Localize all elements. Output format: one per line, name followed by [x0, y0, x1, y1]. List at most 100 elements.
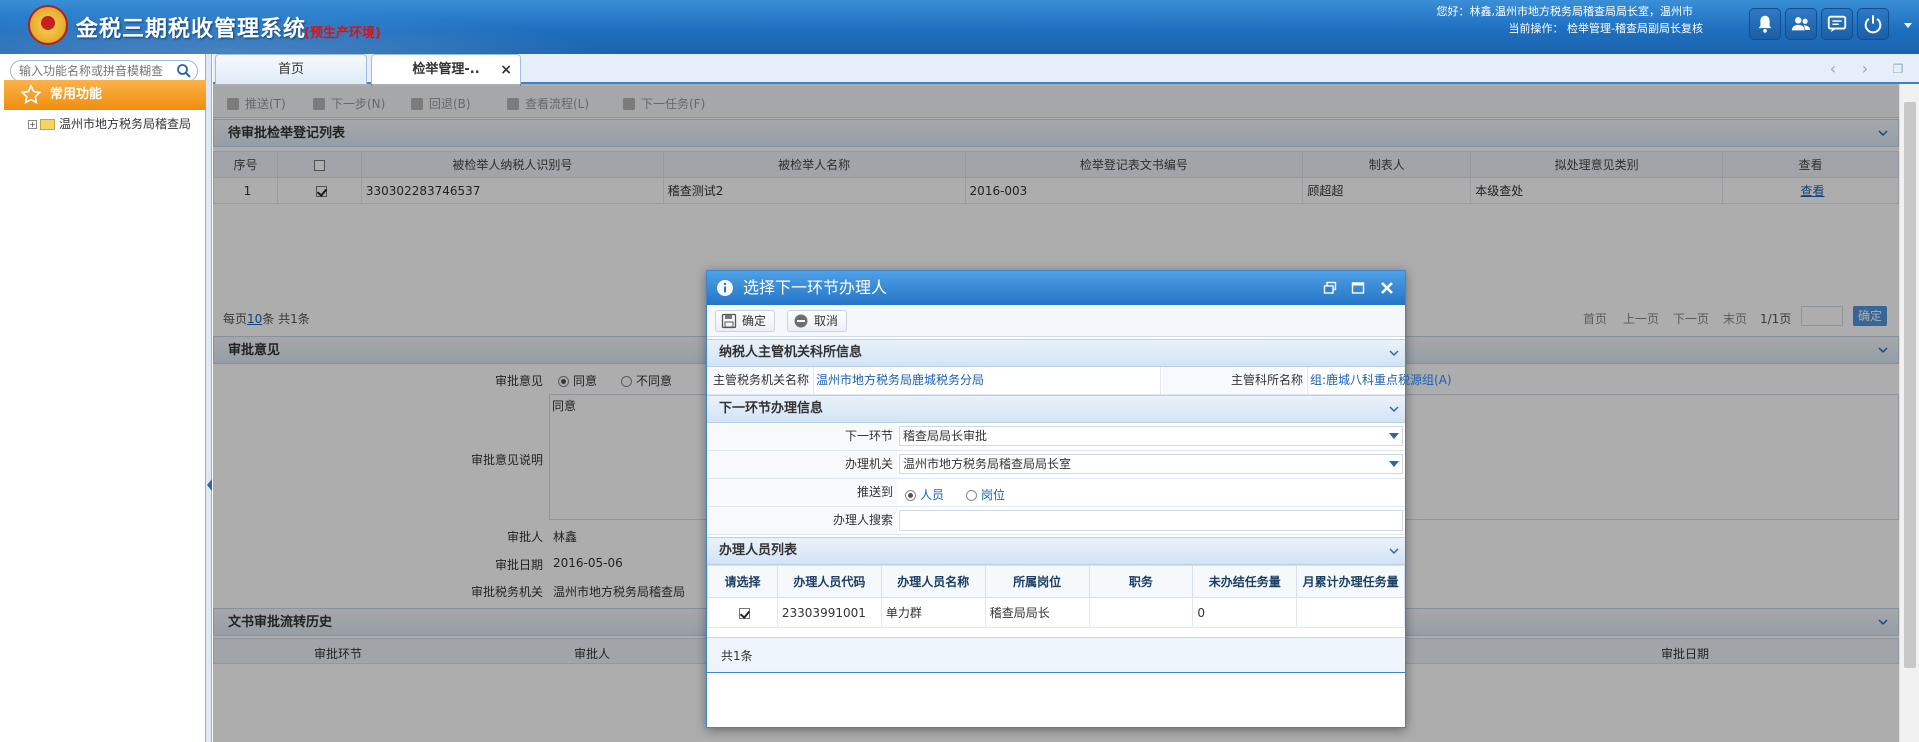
- tab-home-label: 首页: [277, 62, 304, 77]
- cancel-label: 取消: [814, 314, 839, 328]
- push-to-label: 推送到: [707, 479, 897, 506]
- chevron-down-icon[interactable]: [1389, 546, 1399, 556]
- notification-button[interactable]: [1749, 8, 1781, 40]
- cell-pending: 0: [1192, 597, 1298, 628]
- dept-name-label: 主管科所名称: [1163, 367, 1305, 394]
- chat-icon: [1827, 15, 1847, 33]
- sidebar: 常用功能 + 温州市地方税务局稽查局: [0, 54, 206, 742]
- cancel-button[interactable]: 取消: [787, 310, 848, 332]
- push-person-radio[interactable]: [905, 490, 916, 501]
- star-icon: [20, 84, 42, 105]
- col-code: 办理人员代码: [776, 565, 882, 598]
- push-post-radio[interactable]: [966, 490, 978, 501]
- col-pending: 未办结任务量: [1192, 565, 1298, 598]
- dropdown-arrow-icon[interactable]: [1389, 461, 1399, 467]
- col-handler-name: 办理人员名称: [880, 565, 986, 598]
- ok-button[interactable]: 确定: [715, 310, 776, 332]
- chevron-down-icon[interactable]: [1389, 404, 1399, 414]
- cancel-icon: [794, 314, 808, 328]
- handler-list-section[interactable]: 办理人员列表: [707, 537, 1405, 565]
- close-tab-icon[interactable]: ×: [500, 55, 512, 85]
- expand-icon[interactable]: +: [28, 120, 37, 129]
- cell-select[interactable]: [707, 597, 778, 628]
- tab-report-management[interactable]: 检举管理-.. ×: [371, 54, 521, 86]
- col-select: 请选择: [707, 565, 778, 598]
- sidebar-splitter[interactable]: [206, 54, 212, 742]
- office-select[interactable]: 温州市地方税务局稽查局局长室: [899, 454, 1403, 474]
- taxpayer-org-section[interactable]: 纳税人主管机关科所信息: [707, 339, 1405, 367]
- taxpayer-org-row: 主管税务机关名称 温州市地方税务局鹿城税务分局 主管科所名称 组:鹿城八科重点税…: [707, 367, 1452, 395]
- handler-checkbox[interactable]: [738, 607, 750, 619]
- next-node-row: 下一环节 稽查局局长审批: [707, 423, 1405, 451]
- next-node-select[interactable]: 稽查局局长审批: [899, 426, 1403, 446]
- next-step-section-title: 下一环节办理信息: [719, 401, 824, 416]
- cell-duty: [1088, 597, 1194, 628]
- table-row[interactable]: 23303991001 单力群 稽查局局长 0: [707, 597, 1405, 628]
- tree-item-label: 温州市地方税务局稽查局: [59, 117, 192, 131]
- dropdown-arrow-icon[interactable]: [1389, 433, 1399, 439]
- user-greeting: 您好：林鑫,温州市地方税务局稽查局局长室，温州市: [1436, 5, 1694, 18]
- header-dropdown-icon[interactable]: [1903, 20, 1913, 30]
- handler-table-footer: 共1条: [707, 637, 1405, 673]
- col-monthly: 月累计办理任务量: [1296, 565, 1405, 598]
- cell-post: 稽查局局长: [984, 597, 1090, 628]
- office-label: 办理机关: [707, 451, 897, 478]
- tab-home[interactable]: 首页: [215, 54, 367, 84]
- push-to-row: 推送到 人员 岗位: [707, 479, 1405, 507]
- logout-button[interactable]: [1857, 8, 1889, 40]
- window-restore-icon[interactable]: ❐: [1891, 62, 1905, 76]
- current-operation: 当前操作： 检举管理-稽查局副局长复核: [1508, 22, 1703, 35]
- power-icon: [1864, 15, 1882, 34]
- handler-search-row: 办理人搜索: [707, 507, 1405, 535]
- function-search-input[interactable]: [10, 60, 198, 82]
- favorites-header[interactable]: 常用功能: [4, 80, 206, 110]
- collapse-arrow-icon[interactable]: [207, 479, 212, 491]
- col-duty: 职务: [1088, 565, 1194, 598]
- maximize-icon[interactable]: [1351, 281, 1365, 295]
- cell-monthly: [1296, 597, 1405, 628]
- ok-label: 确定: [742, 314, 767, 328]
- environment-label: (预生产环境): [304, 26, 381, 41]
- push-post-label: 岗位: [981, 488, 1006, 502]
- info-icon: [717, 280, 733, 296]
- handler-search-input[interactable]: [899, 510, 1403, 531]
- tab-prev-icon[interactable]: ‹: [1826, 61, 1840, 77]
- restore-icon[interactable]: [1323, 281, 1337, 295]
- close-icon[interactable]: [1380, 281, 1394, 295]
- save-icon: [721, 313, 737, 329]
- tax-emblem-logo: [28, 5, 68, 45]
- tab-bar: 首页 检举管理-.. × ‹ › ❐: [213, 54, 1919, 86]
- col-post: 所属岗位: [984, 565, 1090, 598]
- office-row: 办理机关 温州市地方税务局稽查局局长室: [707, 451, 1405, 479]
- next-node-value: 稽查局局长审批: [903, 429, 988, 443]
- app-header: 金税三期税收管理系统 (预生产环境) 您好：林鑫,温州市地方税务局稽查局局长室，…: [0, 0, 1919, 54]
- push-person-label: 人员: [920, 488, 945, 502]
- dialog-title: 选择下一环节办理人: [743, 278, 888, 297]
- messages-button[interactable]: [1821, 8, 1853, 40]
- favorites-label: 常用功能: [50, 87, 103, 102]
- push-to-radios: 人员 岗位: [905, 486, 1005, 503]
- next-step-section[interactable]: 下一环节办理信息: [707, 395, 1405, 423]
- tab-next-icon[interactable]: ›: [1858, 61, 1872, 77]
- chevron-down-icon[interactable]: [1389, 348, 1399, 358]
- select-handler-dialog: 选择下一环节办理人 确定 取消 纳税人主管机关科所信息 主管税务机关名称 温州市…: [706, 270, 1452, 728]
- search-icon[interactable]: [176, 63, 192, 79]
- cell-handler-name: 单力群: [880, 597, 986, 628]
- page-scrollbar[interactable]: [1899, 84, 1919, 742]
- handler-list-title: 办理人员列表: [719, 543, 798, 558]
- tree-item-org[interactable]: + 温州市地方税务局稽查局: [28, 114, 206, 134]
- scrollbar-thumb[interactable]: [1904, 102, 1916, 668]
- org-name-label: 主管税务机关名称: [707, 367, 811, 394]
- dialog-toolbar: 确定 取消: [707, 305, 1405, 337]
- bell-icon: [1758, 15, 1772, 33]
- handler-header-row: 请选择 办理人员代码 办理人员名称 所属岗位 职务 未办结任务量 月累计办理任务…: [707, 565, 1405, 598]
- dialog-titlebar[interactable]: 选择下一环节办理人: [707, 271, 1405, 305]
- handler-search-label: 办理人搜索: [707, 507, 897, 534]
- users-button[interactable]: [1785, 8, 1817, 40]
- tab-report-label: 检举管理-..: [412, 62, 480, 77]
- folder-icon: [40, 119, 55, 130]
- handler-total: 共1条: [721, 649, 753, 663]
- dept-name-value: 组:鹿城八科重点税源组(A): [1307, 367, 1452, 394]
- system-title: 金税三期税收管理系统: [76, 17, 307, 42]
- office-value: 温州市地方税务局稽查局局长室: [903, 457, 1072, 471]
